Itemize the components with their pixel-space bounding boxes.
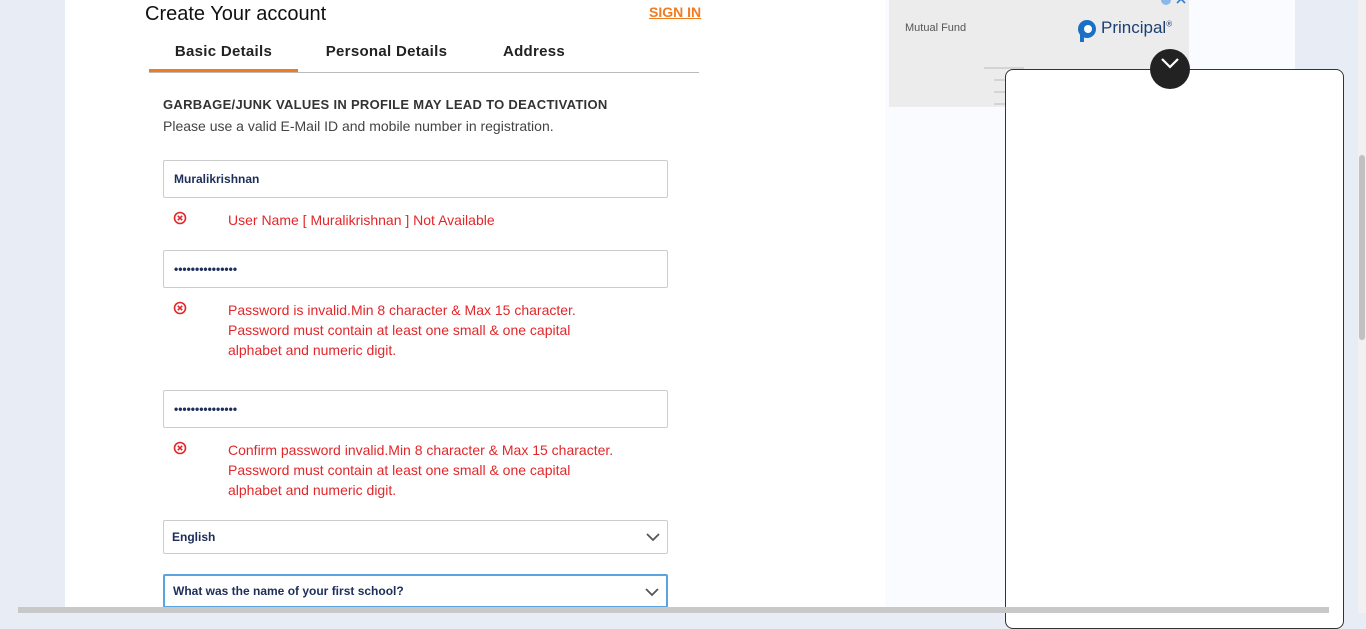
chevron-down-icon: [646, 533, 660, 542]
chevron-down-icon: [1161, 58, 1179, 69]
tab-address[interactable]: Address: [484, 40, 584, 71]
ad-choices-icon[interactable]: [1159, 0, 1187, 6]
password-error-line: Password is invalid.Min 8 character & Ma…: [228, 302, 576, 318]
horizontal-scrollbar[interactable]: [18, 607, 1329, 613]
confirm-password-error-line: Password must contain at least one small…: [228, 462, 571, 478]
ad-brand: Principal®: [1101, 18, 1172, 38]
error-icon: [173, 441, 187, 455]
ad-brand-name: Principal: [1101, 18, 1167, 37]
collapse-popup-button[interactable]: [1150, 49, 1190, 89]
registration-hint: Please use a valid E-Mail ID and mobile …: [163, 118, 554, 134]
username-error: User Name [ Muralikrishnan ] Not Availab…: [228, 212, 495, 228]
password-input[interactable]: •••••••••••••••: [163, 250, 668, 288]
confirm-password-error-line: Confirm password invalid.Min 8 character…: [228, 442, 614, 458]
signin-link[interactable]: SIGN IN: [649, 4, 701, 20]
confirm-password-error-line: alphabet and numeric digit.: [228, 482, 397, 498]
password-error-line: Password must contain at least one small…: [228, 322, 571, 338]
password-error-line: alphabet and numeric digit.: [228, 342, 397, 358]
username-input[interactable]: Muralikrishnan: [163, 160, 668, 198]
password-error: Password is invalid.Min 8 character & Ma…: [228, 300, 658, 360]
vertical-scrollbar[interactable]: [1358, 0, 1366, 613]
tab-personal-details[interactable]: Personal Details: [314, 40, 459, 71]
registration-tabs: Basic Details Personal Details Address: [149, 40, 699, 73]
popup-panel: [1005, 69, 1344, 629]
language-select[interactable]: English: [163, 520, 668, 554]
confirm-password-error: Confirm password invalid.Min 8 character…: [228, 440, 658, 500]
vertical-scrollbar-thumb[interactable]: [1359, 155, 1365, 340]
deactivation-warning: GARBAGE/JUNK VALUES IN PROFILE MAY LEAD …: [163, 97, 608, 112]
language-select-value: English: [172, 530, 216, 544]
security-question-select[interactable]: What was the name of your first school?: [163, 574, 668, 608]
ad-brand-mark: ®: [1166, 19, 1173, 29]
confirm-password-input[interactable]: •••••••••••••••: [163, 390, 668, 428]
principal-logo-icon: [1078, 20, 1096, 42]
security-question-value: What was the name of your first school?: [173, 584, 404, 598]
error-icon: [173, 301, 187, 315]
chevron-down-icon: [645, 588, 659, 597]
tab-basic-details[interactable]: Basic Details: [149, 40, 298, 72]
ad-label: Mutual Fund: [905, 22, 967, 34]
page-title: Create Your account: [145, 3, 327, 25]
error-icon: [173, 211, 187, 225]
